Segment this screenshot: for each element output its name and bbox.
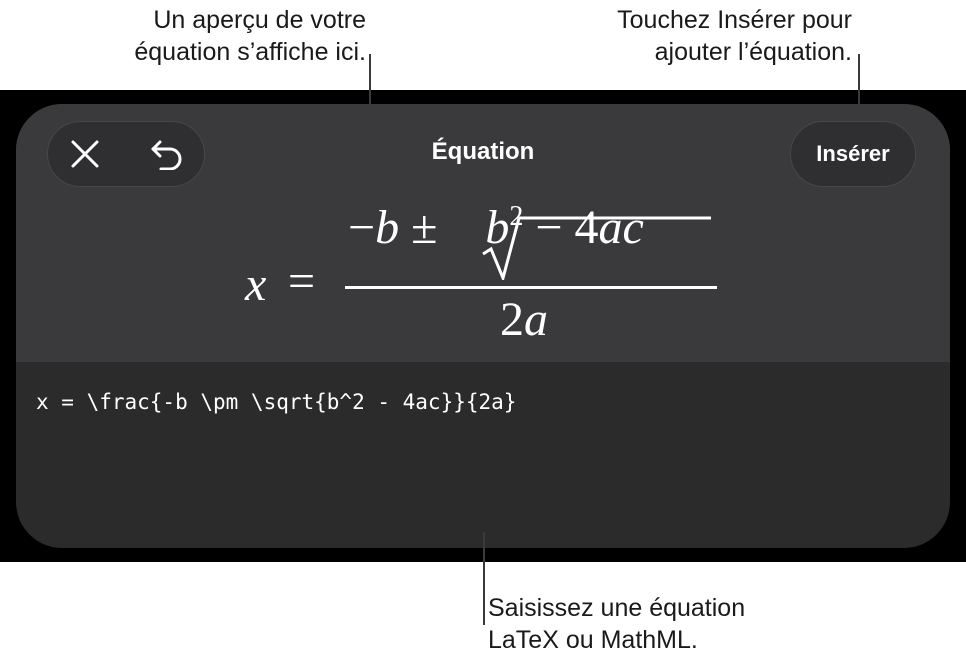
eq-minus: − [348, 201, 376, 254]
eq-variable-x: x [245, 258, 267, 311]
equation-preview: x = −b ± b2 − 4ac 2a [16, 201, 950, 354]
callout-preview: Un aperçu de votre équation s’affiche ic… [60, 4, 366, 68]
eq-den-two: 2 [500, 293, 524, 346]
latex-input[interactable]: x = \frac{-b \pm \sqrt{b^2 - 4ac}}{2a} [36, 390, 516, 414]
callout-preview-line-1: Un aperçu de votre [153, 6, 366, 34]
callout-input: Saisissez une équation LaTeX ou MathML. [488, 592, 888, 656]
fraction-bar [345, 286, 717, 289]
device-screen: Équation Insérer x = −b ± b2 − 4ac 2a x … [0, 90, 966, 562]
leader-line-insert [858, 54, 860, 120]
equation-input-area[interactable]: x = \frac{-b \pm \sqrt{b^2 - 4ac}}{2a} [16, 362, 950, 548]
equation-sheet: Équation Insérer x = −b ± b2 − 4ac 2a x … [16, 104, 950, 548]
eq-denominator: 2a [500, 292, 548, 347]
callout-input-line-2: LaTeX ou MathML. [488, 626, 698, 654]
sqrt-radical-icon [482, 216, 711, 280]
leader-line-preview [369, 54, 371, 192]
callout-insert-line-2: ajouter l’équation. [654, 38, 852, 66]
leader-line-input [483, 532, 485, 625]
eq-den-a: a [524, 293, 548, 346]
insert-button[interactable]: Insérer [790, 121, 916, 187]
eq-b: b [375, 201, 400, 254]
equation-preview-area: Équation Insérer x = −b ± b2 − 4ac 2a [16, 104, 950, 362]
callout-insert: Touchez Insérer pour ajouter l’équation. [540, 4, 852, 68]
eq-pm: ± [411, 201, 438, 254]
callout-insert-line-1: Touchez Insérer pour [617, 6, 852, 34]
eq-equals: = [288, 255, 316, 308]
callout-preview-line-2: équation s’affiche ici. [134, 38, 366, 66]
callout-input-line-1: Saisissez une équation [488, 594, 746, 622]
